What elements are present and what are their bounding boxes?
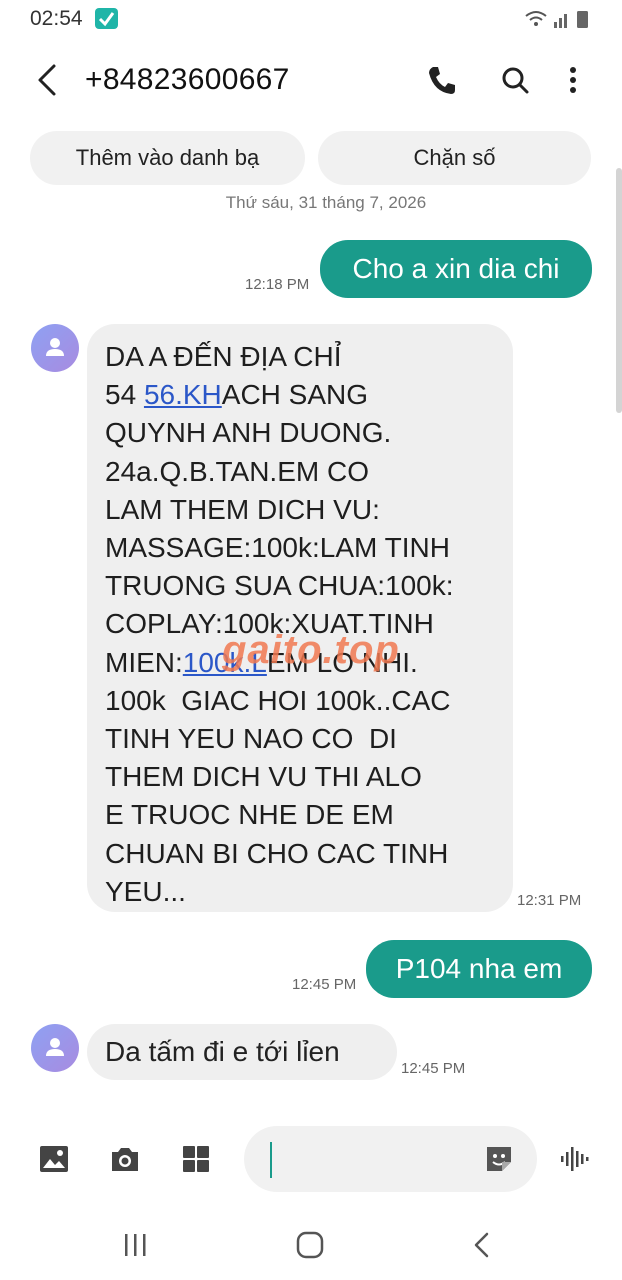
message-line: LAM THEM DICH VU: — [105, 493, 380, 525]
composer-bar — [0, 1120, 622, 1200]
date-separator: Thứ sáu, 31 tháng 7, 2026 — [225, 193, 427, 212]
more-vert-icon[interactable] — [555, 60, 591, 100]
message-line: TINH YEU NAO CO DI — [105, 723, 397, 755]
contact-number: +84823600667 — [85, 63, 290, 96]
message-line: YEU... — [105, 875, 186, 907]
apps-icon[interactable] — [179, 1142, 213, 1176]
incoming-message[interactable]: Da tấm đi e tới lỉen — [87, 1024, 397, 1080]
status-icons — [524, 8, 594, 30]
status-bar: 02:54 — [0, 0, 622, 40]
message-input[interactable] — [244, 1126, 537, 1192]
message-body: DA A ĐẾN ĐỊA CHỈ 54 56.KHACH SANG QUYNH … — [105, 338, 454, 911]
message-line: 24a.Q.B.TAN.EM CO — [105, 455, 369, 487]
outgoing-message[interactable]: P104 nha em — [366, 940, 592, 998]
phone-link[interactable]: 56.KH — [144, 379, 222, 410]
message-time: 12:31 PM — [517, 892, 582, 909]
message-line: THEM DICH VU THI ALO — [105, 761, 422, 793]
message-line: DA A ĐẾN ĐỊA CHỈ — [105, 341, 342, 372]
message-time: 12:45 PM — [401, 1060, 466, 1077]
home-icon[interactable] — [293, 1228, 327, 1262]
checkmark-notification-icon — [95, 8, 118, 29]
status-time: 02:54 — [30, 7, 83, 30]
nav-back-icon[interactable] — [466, 1228, 500, 1262]
block-number-button[interactable]: Chặn số — [318, 131, 591, 185]
message-line: CHUAN BI CHO CAC TINH — [105, 837, 449, 869]
add-contact-button[interactable]: Thêm vào danh bạ — [30, 131, 305, 185]
conversation-header: +84823600667 — [0, 46, 622, 114]
back-arrow-icon[interactable] — [30, 60, 66, 100]
message-time: 12:18 PM — [245, 276, 310, 293]
avatar[interactable] — [31, 324, 79, 372]
message-line: 100k GIAC HOI 100k..CAC — [105, 684, 451, 716]
gallery-icon[interactable] — [37, 1142, 71, 1176]
system-nav-bar — [0, 1210, 622, 1280]
message-line: MIEN: — [105, 646, 183, 678]
message-line: MASSAGE:100k:LAM TINH — [105, 532, 450, 564]
search-icon[interactable] — [495, 60, 535, 100]
wifi-signal-battery-icon — [525, 11, 588, 28]
message-time: 12:45 PM — [292, 976, 357, 993]
message-line: E TRUOC NHE DE EM — [105, 799, 394, 831]
person-icon — [46, 338, 64, 356]
message-line: TRUONG SUA CHUA:100k: — [105, 570, 454, 602]
recents-icon[interactable] — [118, 1228, 152, 1262]
voice-icon[interactable] — [558, 1142, 592, 1176]
person-icon — [46, 1038, 64, 1056]
message-line: QUYNH ANH DUONG. — [105, 417, 392, 449]
message-line: 54 — [105, 379, 144, 411]
incoming-message[interactable]: DA A ĐẾN ĐỊA CHỈ 54 56.KHACH SANG QUYNH … — [87, 324, 513, 912]
avatar[interactable] — [31, 1024, 79, 1072]
sticker-icon[interactable] — [482, 1142, 516, 1176]
watermark: gaito.top — [222, 628, 400, 672]
message-line: ACH SANG — [221, 379, 369, 411]
text-caret — [270, 1142, 272, 1178]
camera-icon[interactable] — [108, 1142, 142, 1176]
phone-icon[interactable] — [422, 60, 462, 100]
outgoing-message[interactable]: Cho a xin dia chi — [320, 240, 592, 298]
